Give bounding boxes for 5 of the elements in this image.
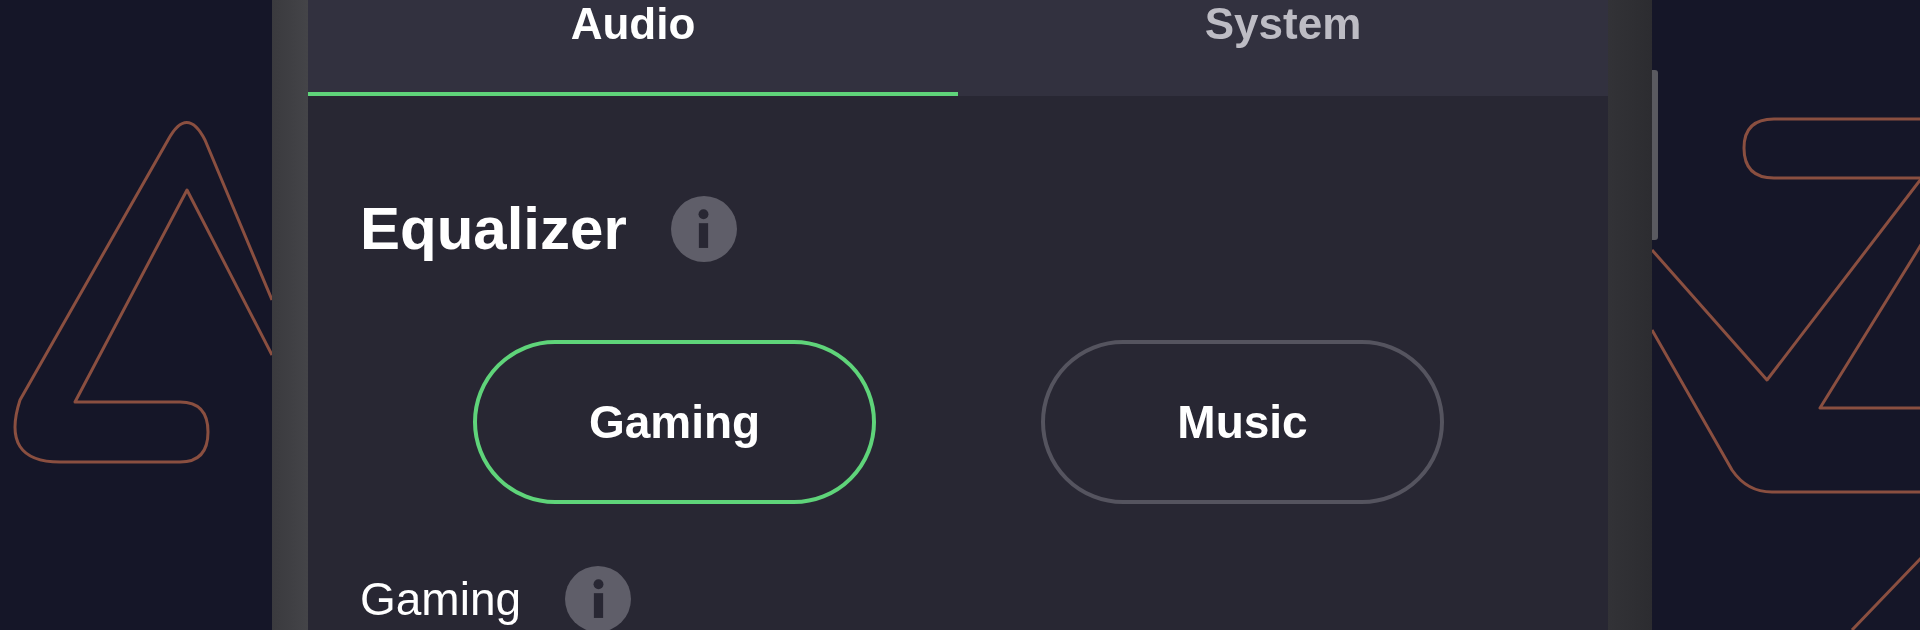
preset-button[interactable]: Gaming xyxy=(473,340,876,504)
tab[interactable]: System xyxy=(958,0,1608,96)
tab[interactable]: Audio xyxy=(308,0,958,96)
section-title: Equalizer xyxy=(360,199,627,259)
preset-button[interactable]: Music xyxy=(1041,340,1444,504)
